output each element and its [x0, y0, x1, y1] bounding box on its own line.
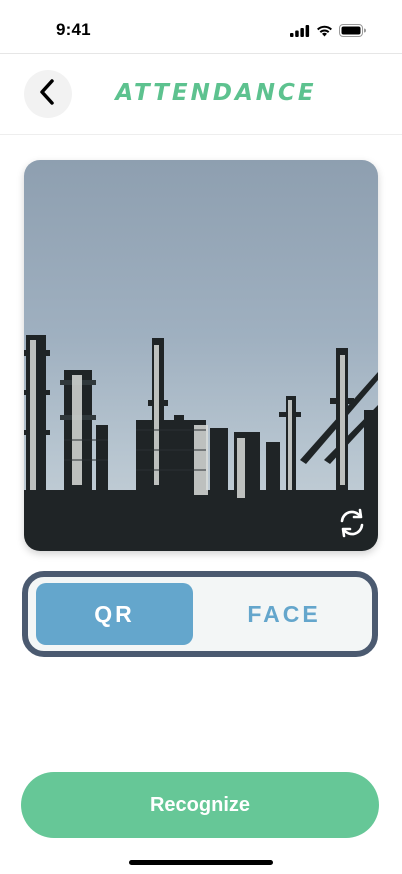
header-divider	[0, 134, 402, 135]
status-bar: 9:41	[0, 0, 402, 54]
mode-qr-button[interactable]: QR	[36, 583, 193, 645]
battery-icon	[339, 24, 366, 42]
page-title: ATTENDANCE	[115, 80, 317, 106]
home-indicator	[129, 860, 273, 865]
recognize-button[interactable]: Recognize	[21, 772, 379, 838]
wifi-icon	[316, 24, 333, 42]
cellular-signal-icon	[290, 24, 310, 42]
mode-toggle: QR FACE	[22, 571, 378, 657]
status-icons	[290, 24, 366, 42]
camera-preview	[24, 160, 378, 551]
switch-camera-button[interactable]	[334, 507, 370, 543]
switch-camera-icon	[335, 506, 369, 545]
status-time: 9:41	[56, 20, 91, 39]
attendance-screen: 9:41 ATTENDANCE QR FACE Recognize	[0, 0, 402, 874]
header: ATTENDANCE	[0, 54, 402, 134]
refinery-scene-image	[24, 335, 378, 551]
mode-face-button[interactable]: FACE	[204, 583, 364, 645]
